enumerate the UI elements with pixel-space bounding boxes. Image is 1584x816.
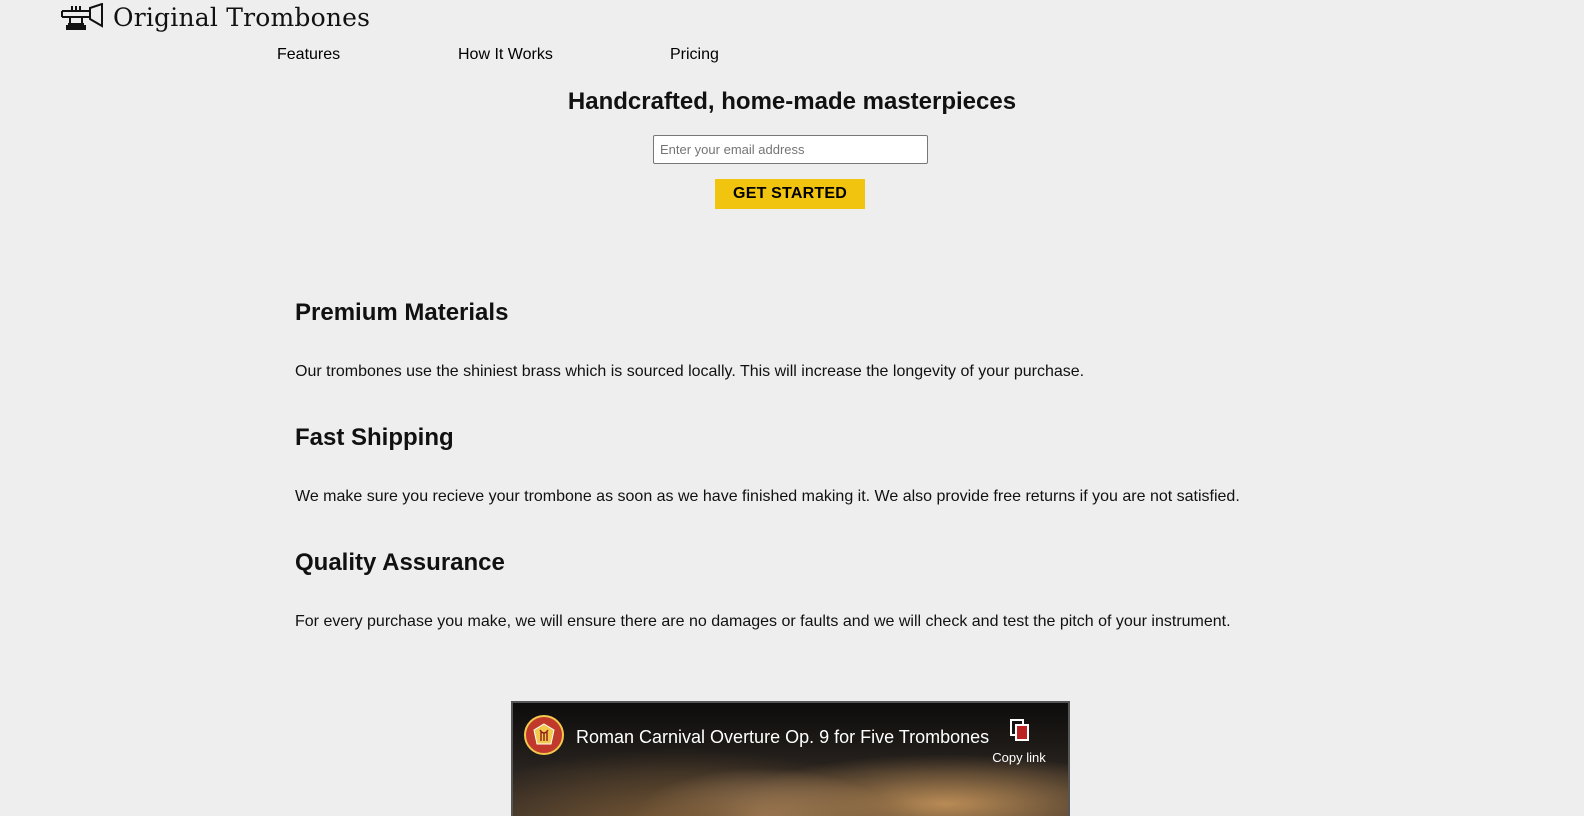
nav-link-features[interactable]: Features [277, 46, 340, 64]
page: Original Trombones Features How It Works… [0, 0, 1584, 816]
trombone-icon [61, 3, 103, 30]
hero-title: Handcrafted, home-made masterpieces [567, 88, 1017, 115]
copy-link-button[interactable]: Copy link [990, 714, 1048, 770]
get-started-button[interactable]: GET STARTED [715, 179, 865, 209]
brand-logo[interactable]: Original Trombones [60, 2, 370, 34]
feature-title-premium-materials: Premium Materials [295, 299, 509, 326]
lyre-emblem-icon [533, 723, 555, 745]
channel-avatar-icon[interactable] [524, 715, 564, 755]
email-input[interactable] [653, 135, 928, 164]
nav-link-how-it-works[interactable]: How It Works [458, 46, 553, 64]
nav-link-pricing[interactable]: Pricing [670, 46, 719, 64]
feature-title-fast-shipping: Fast Shipping [295, 424, 454, 451]
video-embed[interactable]: Roman Carnival Overture Op. 9 for Five T… [511, 701, 1070, 816]
video-title[interactable]: Roman Carnival Overture Op. 9 for Five T… [576, 726, 989, 748]
feature-description-quality-assurance: For every purchase you make, we will ens… [295, 613, 1231, 630]
brand-name: Original Trombones [113, 3, 371, 32]
copy-link-label: Copy link [992, 750, 1046, 765]
feature-description-fast-shipping: We make sure you recieve your trombone a… [295, 488, 1240, 505]
copy-icon [1010, 719, 1029, 741]
feature-title-quality-assurance: Quality Assurance [295, 549, 505, 576]
feature-description-premium-materials: Our trombones use the shiniest brass whi… [295, 363, 1085, 380]
